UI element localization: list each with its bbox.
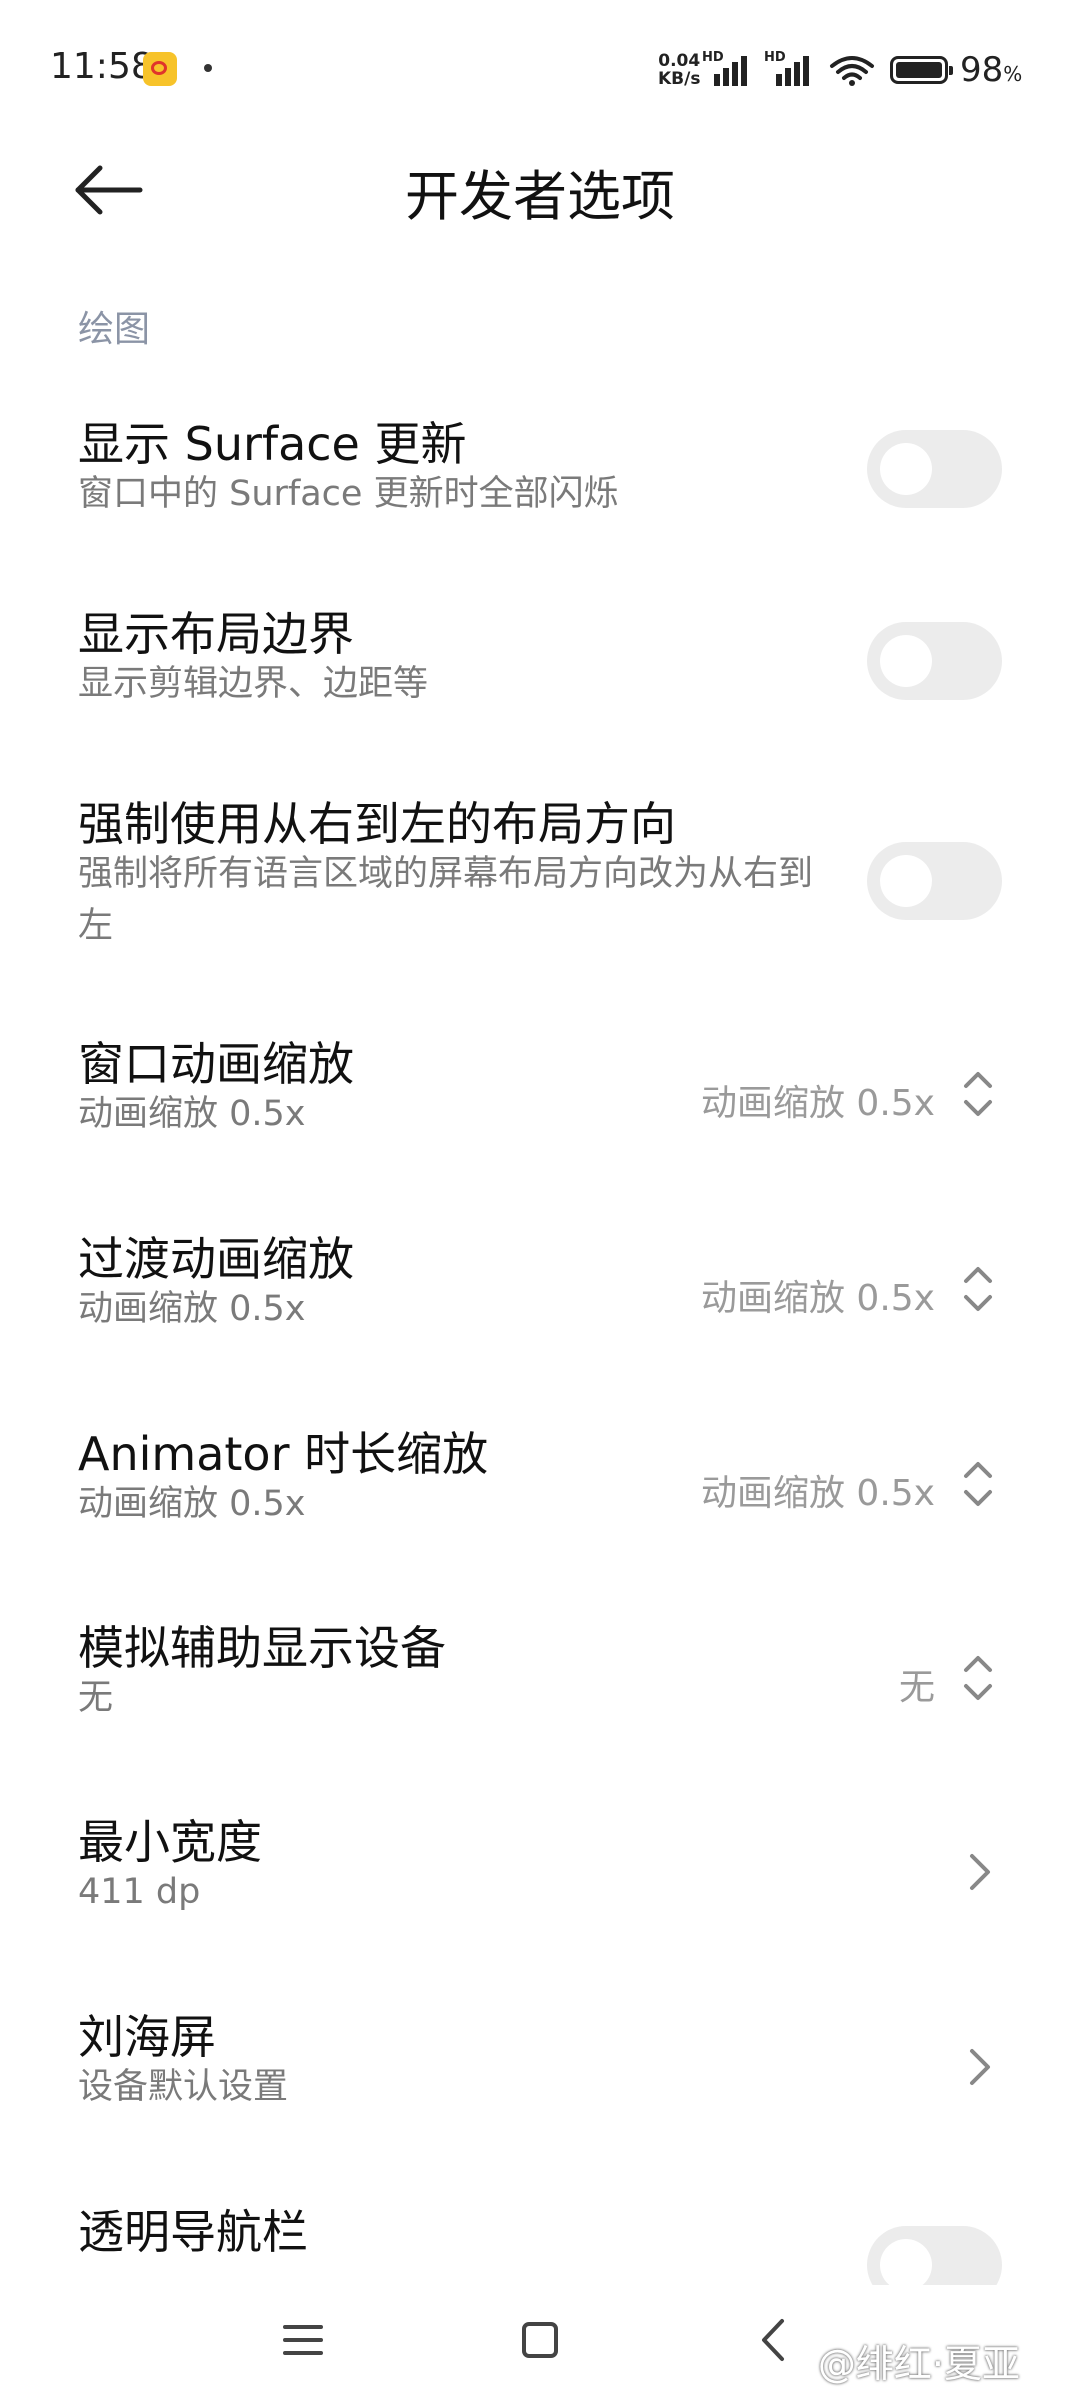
updown-chevron-icon bbox=[964, 1072, 992, 1116]
setting-title: 强制使用从右到左的布局方向 bbox=[78, 797, 676, 851]
battery-percent: 98% bbox=[960, 50, 1023, 90]
setting-value: 无 bbox=[898, 1667, 935, 1708]
status-bar: 11:58 0.04 KB/s HD HD 98% bbox=[0, 0, 1080, 130]
setting-title: 刘海屏 bbox=[78, 2010, 216, 2064]
setting-simulate-secondary-display[interactable]: 模拟辅助显示设备 无 无 bbox=[0, 1604, 1080, 1754]
network-speed-value: 0.04 bbox=[658, 51, 701, 71]
setting-title: Animator 时长缩放 bbox=[78, 1427, 489, 1481]
setting-subtitle: 411 dp bbox=[78, 1872, 201, 1912]
home-icon[interactable] bbox=[505, 2305, 575, 2375]
back-icon[interactable] bbox=[740, 2305, 810, 2375]
setting-subtitle: 动画缩放 0.5x bbox=[78, 1484, 306, 1524]
battery-icon bbox=[890, 56, 953, 84]
setting-title: 过渡动画缩放 bbox=[78, 1232, 354, 1286]
network-speed: 0.04 KB/s bbox=[658, 52, 700, 88]
force-rtl-toggle[interactable] bbox=[867, 842, 1002, 920]
updown-chevron-icon bbox=[964, 1462, 992, 1506]
setting-show-layout-bounds[interactable]: 显示布局边界 显示剪辑边界、边距等 bbox=[0, 590, 1080, 740]
signal-hd-label-2: HD bbox=[764, 50, 786, 65]
navigation-bar: @绯红·夏亚 bbox=[0, 2285, 1080, 2400]
setting-subtitle: 强制将所有语言区域的屏幕布局方向改为从右到左 bbox=[78, 854, 814, 946]
setting-window-animation-scale[interactable]: 窗口动画缩放 动画缩放 0.5x 动画缩放 0.5x bbox=[0, 1020, 1080, 1170]
setting-subtitle: 无 bbox=[78, 1678, 114, 1718]
show-layout-bounds-toggle[interactable] bbox=[867, 622, 1002, 700]
chevron-right-icon bbox=[970, 2049, 990, 2085]
setting-title: 透明导航栏 bbox=[78, 2205, 308, 2259]
setting-title: 显示 Surface 更新 bbox=[78, 417, 467, 471]
setting-value: 动画缩放 0.5x bbox=[700, 1083, 935, 1124]
section-label-drawing: 绘图 bbox=[78, 309, 151, 350]
setting-notch[interactable]: 刘海屏 设备默认设置 bbox=[0, 1993, 1080, 2143]
setting-value: 动画缩放 0.5x bbox=[700, 1473, 935, 1514]
setting-subtitle: 动画缩放 0.5x bbox=[78, 1094, 306, 1134]
wifi-icon bbox=[830, 56, 874, 86]
signal-icon: HD bbox=[702, 50, 754, 86]
setting-transparent-nav-bar[interactable]: 透明导航栏 bbox=[0, 2188, 1080, 2304]
status-time: 11:58 bbox=[50, 46, 154, 87]
setting-force-rtl[interactable]: 强制使用从右到左的布局方向 强制将所有语言区域的屏幕布局方向改为从右到左 bbox=[0, 780, 1080, 980]
setting-smallest-width[interactable]: 最小宽度 411 dp bbox=[0, 1798, 1080, 1948]
signal-hd-label: HD bbox=[702, 50, 724, 65]
signal-icon-2: HD bbox=[764, 50, 816, 86]
chevron-right-icon bbox=[970, 1854, 990, 1890]
setting-subtitle: 设备默认设置 bbox=[78, 2067, 289, 2107]
setting-show-surface-updates[interactable]: 显示 Surface 更新 窗口中的 Surface 更新时全部闪烁 bbox=[0, 400, 1080, 550]
page-title: 开发者选项 bbox=[405, 165, 675, 228]
notification-dot-icon bbox=[204, 64, 212, 72]
setting-transition-animation-scale[interactable]: 过渡动画缩放 动画缩放 0.5x 动画缩放 0.5x bbox=[0, 1215, 1080, 1365]
show-surface-updates-toggle[interactable] bbox=[867, 430, 1002, 508]
setting-value: 动画缩放 0.5x bbox=[700, 1278, 935, 1319]
setting-title: 显示布局边界 bbox=[78, 607, 354, 661]
network-speed-unit: KB/s bbox=[658, 69, 701, 89]
watermark: @绯红·夏亚 bbox=[817, 2342, 1020, 2386]
setting-title: 最小宽度 bbox=[78, 1815, 262, 1869]
setting-animator-duration-scale[interactable]: Animator 时长缩放 动画缩放 0.5x 动画缩放 0.5x bbox=[0, 1410, 1080, 1560]
weibo-app-icon bbox=[143, 52, 177, 86]
setting-subtitle: 动画缩放 0.5x bbox=[78, 1289, 306, 1329]
setting-subtitle: 显示剪辑边界、边距等 bbox=[78, 664, 429, 704]
setting-title: 模拟辅助显示设备 bbox=[78, 1621, 446, 1675]
setting-subtitle: 窗口中的 Surface 更新时全部闪烁 bbox=[78, 474, 619, 514]
updown-chevron-icon bbox=[964, 1656, 992, 1700]
updown-chevron-icon bbox=[964, 1267, 992, 1311]
setting-title: 窗口动画缩放 bbox=[78, 1037, 354, 1091]
menu-icon[interactable] bbox=[268, 2305, 338, 2375]
